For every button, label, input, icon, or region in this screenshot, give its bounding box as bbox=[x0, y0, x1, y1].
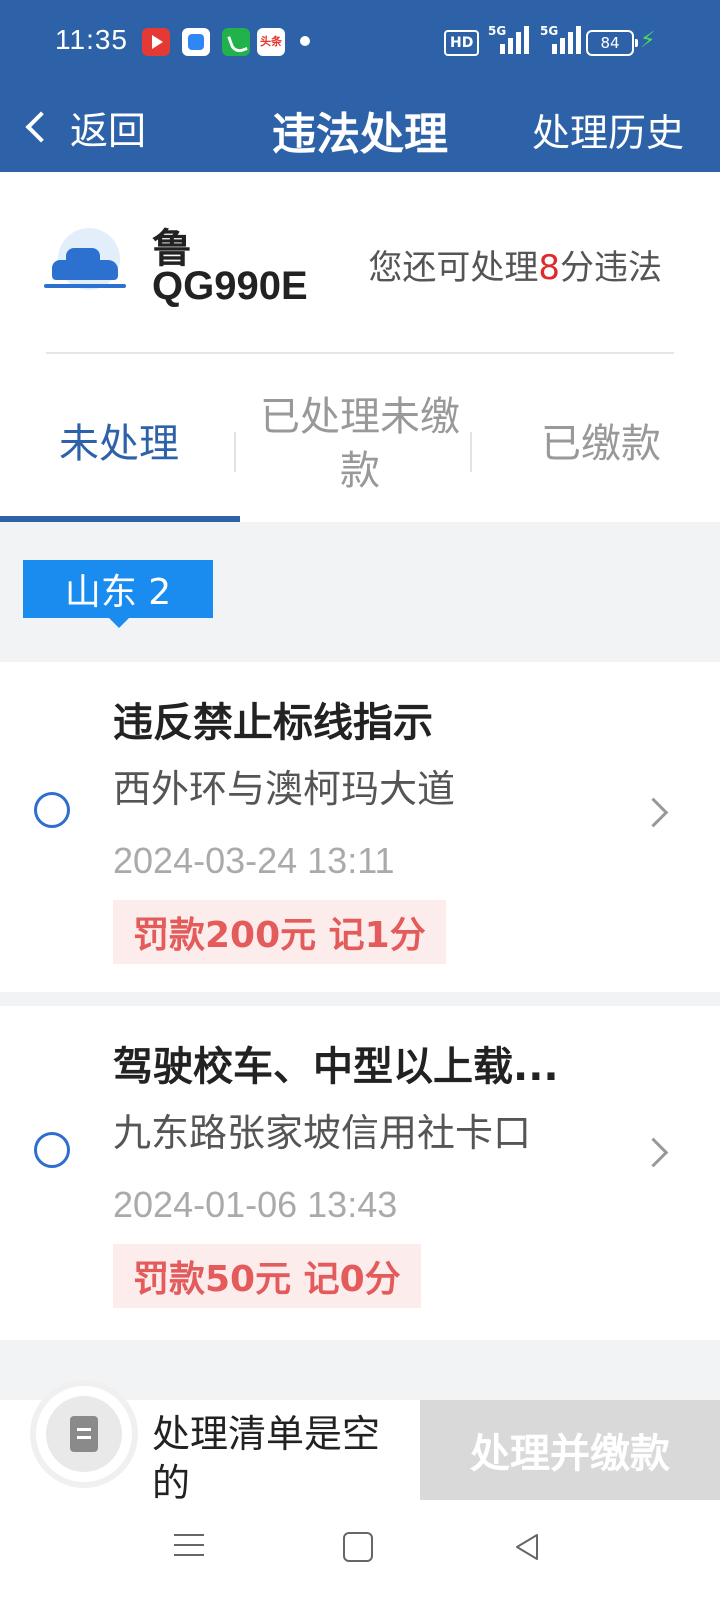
region-tag: 山东 2 bbox=[23, 560, 213, 628]
history-button[interactable]: 处理历史 bbox=[532, 102, 684, 157]
chevron-right-icon[interactable] bbox=[638, 1137, 669, 1168]
vehicle-info-panel: 鲁 QG990E 您还可处理8分违法 未处理 已处理未缴款 已缴款 bbox=[0, 172, 720, 522]
select-radio[interactable] bbox=[34, 1132, 70, 1168]
bottom-action-bar: 处理清单是空的 处理并缴款 bbox=[0, 1386, 720, 1505]
remaining-points-text: 您还可处理8分违法 bbox=[368, 248, 662, 288]
battery-icon: 84 bbox=[586, 30, 638, 56]
top-bar: 11:35 头条 HD 5G 5G 84 ⚡ 返回 违法处理 处理历史 bbox=[0, 0, 720, 172]
home-icon[interactable] bbox=[343, 1532, 373, 1562]
penalty-badge: 罚款200元 记1分 bbox=[113, 900, 446, 964]
nav-bar: 返回 违法处理 处理历史 bbox=[0, 84, 720, 172]
toutiao-app-icon: 头条 bbox=[257, 28, 285, 56]
notification-dot-icon bbox=[300, 36, 310, 46]
divider bbox=[46, 352, 674, 354]
active-tab-indicator bbox=[0, 516, 240, 522]
violation-location: 九东路张家坡信用社卡口 bbox=[113, 1111, 532, 1155]
document-icon bbox=[70, 1416, 98, 1452]
violation-location: 西外环与澳柯玛大道 bbox=[113, 767, 456, 811]
charging-icon: ⚡ bbox=[640, 28, 656, 53]
violation-item[interactable]: 驾驶校车、中型以上载... 九东路张家坡信用社卡口 2024-01-06 13:… bbox=[0, 1006, 720, 1340]
status-tabs: 未处理 已处理未缴款 已缴款 bbox=[0, 374, 720, 522]
violation-title: 驾驶校车、中型以上载... bbox=[113, 1044, 559, 1090]
tab-separator bbox=[470, 432, 472, 472]
processing-list-status: 处理清单是空的 bbox=[152, 1412, 381, 1506]
car-icon bbox=[44, 228, 130, 298]
status-bar: 11:35 头条 HD 5G 5G 84 ⚡ bbox=[0, 0, 720, 84]
select-radio[interactable] bbox=[34, 792, 70, 828]
hd-voice-icon: HD bbox=[444, 30, 480, 56]
tab-paid[interactable]: 已缴款 bbox=[482, 374, 720, 514]
process-and-pay-button[interactable]: 处理并缴款 bbox=[420, 1400, 720, 1500]
tab-processed-unpaid[interactable]: 已处理未缴款 bbox=[240, 374, 480, 514]
browser-app-icon bbox=[182, 28, 210, 56]
tab-unprocessed[interactable]: 未处理 bbox=[0, 374, 238, 514]
violation-datetime: 2024-01-06 13:43 bbox=[113, 1184, 398, 1225]
back-triangle-icon[interactable] bbox=[512, 1532, 542, 1562]
status-time: 11:35 bbox=[55, 24, 128, 55]
penalty-badge: 罚款50元 记0分 bbox=[113, 1244, 421, 1308]
chevron-right-icon[interactable] bbox=[638, 797, 669, 828]
menu-icon[interactable] bbox=[174, 1530, 204, 1560]
violation-item[interactable]: 违反禁止标线指示 西外环与澳柯玛大道 2024-03-24 13:11 罚款20… bbox=[0, 662, 720, 992]
signal-icon: 5G bbox=[488, 24, 534, 54]
violation-title: 违反禁止标线指示 bbox=[113, 700, 433, 746]
system-navigation-bar bbox=[0, 1500, 720, 1600]
phone-app-icon bbox=[222, 28, 250, 56]
violation-datetime: 2024-03-24 13:11 bbox=[113, 840, 395, 881]
tab-separator bbox=[234, 432, 236, 472]
video-app-icon bbox=[142, 28, 170, 56]
signal-icon: 5G bbox=[540, 24, 586, 54]
plate-number: QG990E bbox=[152, 264, 308, 308]
processing-list-button[interactable] bbox=[36, 1386, 132, 1482]
remaining-points-value: 8 bbox=[538, 248, 560, 288]
